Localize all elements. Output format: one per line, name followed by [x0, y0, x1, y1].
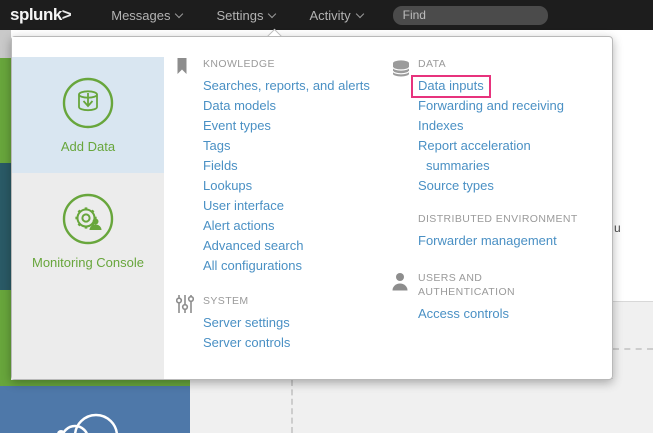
menu-link[interactable]: User interface	[203, 196, 399, 216]
bg-teal-tile-fragment	[0, 163, 11, 290]
chevron-down-icon	[175, 9, 183, 17]
bg-clipped-text: u	[614, 221, 621, 235]
bg-dashboard-canvas	[190, 378, 653, 433]
group-data: DATA Data inputsForwarding and receiving…	[418, 57, 578, 196]
menu-messages[interactable]: Messages	[111, 8, 182, 23]
bg-dashboard-canvas-right	[613, 301, 653, 433]
menu-activity-label: Activity	[309, 8, 350, 23]
group-title: DATA	[418, 57, 578, 71]
tile-column-spacer	[12, 37, 164, 57]
group-title: DISTRIBUTED ENVIRONMENT	[418, 212, 578, 226]
bg-green-tile-fragment-2	[0, 290, 11, 386]
group-title: USERS AND AUTHENTICATION	[418, 271, 578, 299]
bg-blue-card[interactable]	[0, 380, 190, 433]
bg-dashed-divider-horizontal	[613, 348, 653, 350]
menu-link[interactable]: Alert actions	[203, 216, 399, 236]
menu-link[interactable]: Advanced search	[203, 236, 399, 256]
splunk-logo[interactable]: splunk>	[10, 5, 71, 25]
user-icon	[391, 272, 409, 291]
top-navigation-bar: splunk> Messages Settings Activity	[0, 0, 653, 30]
group-title: KNOWLEDGE	[203, 57, 399, 71]
dropdown-caret	[266, 28, 284, 36]
menu-list: Searches, reports, and alertsData models…	[203, 76, 399, 276]
menu-settings[interactable]: Settings	[216, 8, 275, 23]
menu-list: Forwarder management	[418, 231, 578, 251]
menu-link[interactable]: Server settings	[203, 313, 399, 333]
monitoring-console-tile[interactable]: Monitoring Console	[12, 173, 164, 379]
group-knowledge: KNOWLEDGE Searches, reports, and alertsD…	[203, 57, 399, 276]
menu-link[interactable]: Source types	[418, 176, 578, 196]
database-icon	[391, 60, 411, 77]
dropdown-column-knowledge-system: KNOWLEDGE Searches, reports, and alertsD…	[203, 57, 399, 353]
bg-gray-header-fragment	[0, 30, 11, 58]
chevron-down-icon	[355, 9, 363, 17]
menu-link[interactable]: Lookups	[203, 176, 399, 196]
menu-messages-label: Messages	[111, 8, 170, 23]
dropdown-column-data-users: DATA Data inputsForwarding and receiving…	[418, 57, 578, 324]
menu-link[interactable]: Event types	[203, 116, 399, 136]
splunk-app-window: u splunk> Messages Settings Activity	[0, 0, 653, 433]
bookmark-icon	[176, 57, 188, 75]
group-system: SYSTEM Server settingsServer controls	[203, 294, 399, 353]
splunk-logo-caret: >	[62, 5, 71, 24]
dropdown-tile-column: Add Data	[12, 37, 164, 379]
top-menu: Messages Settings Activity	[111, 8, 362, 23]
menu-list: Server settingsServer controls	[203, 313, 399, 353]
menu-link[interactable]: Forwarder management	[418, 231, 578, 251]
sliders-icon	[176, 294, 194, 314]
menu-settings-label: Settings	[216, 8, 263, 23]
add-data-icon	[61, 76, 115, 130]
menu-link[interactable]: Tags	[203, 136, 399, 156]
add-data-tile[interactable]: Add Data	[12, 57, 164, 173]
monitoring-console-icon	[61, 192, 115, 246]
menu-activity[interactable]: Activity	[309, 8, 362, 23]
menu-link[interactable]: Data inputs	[418, 76, 578, 96]
monitoring-console-label: Monitoring Console	[32, 255, 144, 270]
bg-dashed-divider-vertical	[291, 380, 293, 433]
find-search-input[interactable]	[393, 6, 548, 25]
search-circles-icon	[35, 408, 155, 433]
menu-link[interactable]: Report acceleration summaries	[418, 136, 578, 176]
add-data-label: Add Data	[61, 139, 115, 154]
menu-link[interactable]: Forwarding and receiving	[418, 96, 578, 116]
menu-link[interactable]: All configurations	[203, 256, 399, 276]
settings-dropdown-panel: Add Data	[11, 36, 613, 380]
menu-link[interactable]: Searches, reports, and alerts	[203, 76, 399, 96]
group-title: SYSTEM	[203, 294, 399, 308]
menu-link[interactable]: Access controls	[418, 304, 578, 324]
group-distributed-environment: DISTRIBUTED ENVIRONMENT Forwarder manage…	[418, 212, 578, 251]
group-users-authentication: USERS AND AUTHENTICATION Access controls	[418, 271, 578, 324]
menu-link[interactable]: Server controls	[203, 333, 399, 353]
chevron-down-icon	[268, 9, 276, 17]
bg-green-tile-fragment	[0, 58, 11, 163]
menu-link[interactable]: Fields	[203, 156, 399, 176]
menu-link[interactable]: Data models	[203, 96, 399, 116]
menu-list: Access controls	[418, 304, 578, 324]
menu-link[interactable]: Indexes	[418, 116, 578, 136]
menu-list: Data inputsForwarding and receivingIndex…	[418, 76, 578, 196]
highlight-annotation-box: Data inputs	[411, 75, 491, 98]
